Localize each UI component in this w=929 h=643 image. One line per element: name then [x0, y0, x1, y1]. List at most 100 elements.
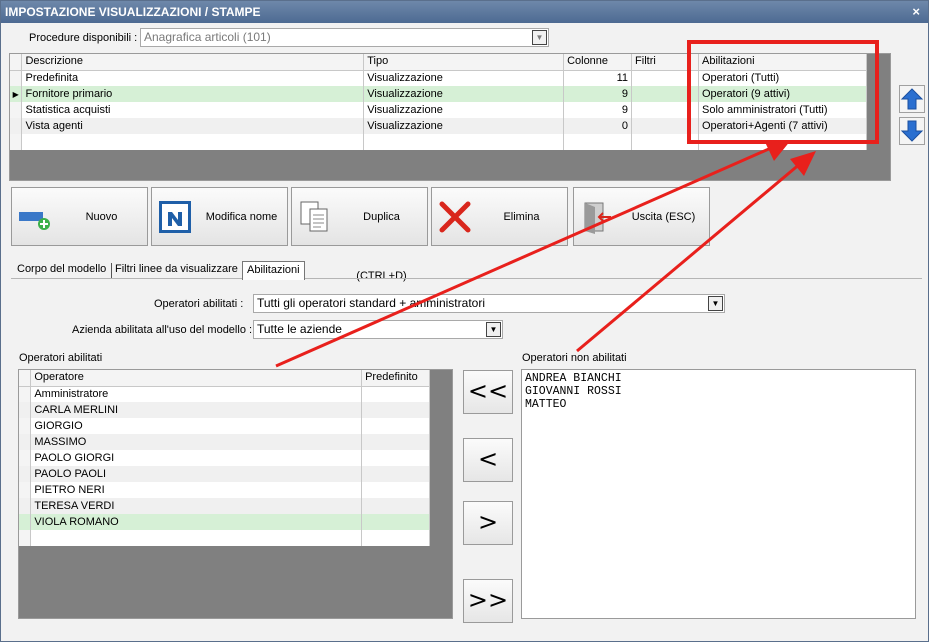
procedure-value: Anagrafica articoli (101) [144, 30, 271, 44]
cell-predefinito [361, 402, 430, 418]
procedure-select[interactable]: Anagrafica articoli (101) ▼ [140, 28, 549, 47]
delete-icon [439, 201, 471, 233]
enabled-operators-table: Operatore Predefinito Amministratore CARL… [19, 370, 430, 546]
model-row[interactable]: Predefinita Visualizzazione 11 Operatori (T… [10, 70, 868, 86]
cell-operatore: VIOLA ROMANO [30, 514, 363, 530]
col-header-tipo[interactable]: Tipo [363, 54, 565, 71]
disabled-operator-item[interactable]: GIOVANNI ROSSI [525, 385, 912, 398]
col-header-filtri[interactable]: Filtri [631, 54, 699, 71]
cell-filtri [631, 102, 699, 118]
rename-icon [159, 201, 191, 233]
col-header-predefinito[interactable]: Predefinito [361, 370, 430, 387]
procedure-label: Procedure disponibili : [29, 32, 138, 44]
close-icon[interactable]: × [912, 1, 920, 23]
cell-predefinito [361, 450, 430, 466]
cell-tipo: Visualizzazione [363, 118, 565, 134]
azienda-value: Tutte le aziende [257, 322, 342, 336]
enabled-operator-row[interactable]: VIOLA ROMANO [19, 514, 430, 530]
move-up-button[interactable] [899, 85, 925, 113]
enabled-operator-row[interactable]: PAOLO PAOLI [19, 466, 430, 482]
duplicate-button[interactable]: Duplica (CTRL+D) [291, 187, 428, 282]
rename-button[interactable]: Modifica nome [151, 187, 288, 246]
col-header-descrizione[interactable]: Descrizione [21, 54, 365, 71]
row-indicator: ▶ [10, 86, 23, 102]
cell-abilitazioni: Operatori (Tutti) [698, 70, 868, 86]
enabled-operators-grid: Operatore Predefinito Amministratore CARL… [18, 369, 453, 619]
cell-colonne: 11 [563, 70, 633, 86]
cell-tipo: Visualizzazione [363, 70, 565, 86]
new-button-label: Nuovo [85, 211, 118, 223]
col-header-colonne[interactable]: Colonne [563, 54, 633, 71]
enabled-operator-row[interactable]: MASSIMO [19, 434, 430, 450]
cell-predefinito [361, 466, 430, 482]
cell-predefinito [361, 514, 430, 530]
tab-abilitazioni[interactable]: Abilitazioni [242, 261, 305, 280]
cell-filtri [631, 70, 699, 86]
disabled-operators-title: Operatori non abilitati [522, 352, 627, 364]
cell-operatore: TERESA VERDI [30, 498, 363, 514]
add-icon [19, 212, 50, 230]
enabled-operators-title: Operatori abilitati [19, 352, 103, 364]
cell-predefinito [361, 482, 430, 498]
row-indicator-header [19, 370, 32, 387]
cell-abilitazioni: Solo amministratori (Tutti) [698, 102, 868, 118]
move-all-right-button[interactable]: >> [463, 579, 513, 623]
model-row[interactable]: ▶ Fornitore primario Visualizzazione 9 Opera… [10, 86, 868, 102]
window-title: IMPOSTAZIONE VISUALIZZAZIONI / STAMPE [5, 5, 261, 19]
cell-predefinito [361, 498, 430, 514]
tab-corpo-modello[interactable]: Corpo del modello [13, 261, 110, 279]
cell-operatore: Amministratore [30, 386, 363, 402]
azienda-select[interactable]: Tutte le aziende ▼ [253, 320, 503, 339]
duplicate-button-label: Duplica (CTRL+D) [356, 211, 407, 282]
rename-button-label: Modifica nome [205, 211, 278, 223]
cell-filtri [631, 118, 699, 134]
cell-operatore: PIETRO NERI [30, 482, 363, 498]
exit-door-icon [584, 202, 611, 234]
row-indicator-header [10, 54, 23, 71]
col-header-abilitazioni[interactable]: Abilitazioni [698, 54, 868, 71]
cell-descrizione: Vista agenti [21, 118, 365, 134]
model-row[interactable]: Statistica acquisti Visualizzazione 9 Solo … [10, 102, 868, 118]
enabled-operator-row[interactable]: PAOLO GIORGI [19, 450, 430, 466]
chevron-down-icon[interactable]: ▼ [708, 296, 723, 311]
exit-button[interactable]: Uscita (ESC) [573, 187, 710, 246]
chevron-down-icon[interactable]: ▼ [486, 322, 501, 337]
disabled-operator-item[interactable]: MATTEO [525, 398, 912, 411]
cell-colonne: 0 [563, 118, 633, 134]
col-header-operatore[interactable]: Operatore [30, 370, 363, 387]
cell-colonne: 9 [563, 86, 633, 102]
move-right-button[interactable]: > [463, 501, 513, 545]
azienda-label: Azienda abilitata all'uso del modello : [72, 324, 253, 336]
cell-operatore: PAOLO PAOLI [30, 466, 363, 482]
cell-tipo: Visualizzazione [363, 86, 565, 102]
operatori-abilitati-select[interactable]: Tutti gli operatori standard + amministr… [253, 294, 725, 313]
enabled-operator-row-empty[interactable] [19, 530, 430, 546]
tab-filtri-linee[interactable]: Filtri linee da visualizzare [111, 261, 242, 279]
cell-tipo: Visualizzazione [363, 102, 565, 118]
enabled-operator-row[interactable]: CARLA MERLINI [19, 402, 430, 418]
model-row-empty[interactable] [10, 134, 868, 150]
model-row[interactable]: Vista agenti Visualizzazione 0 Operatori+Ag… [10, 118, 868, 134]
enabled-operator-row[interactable]: GIORGIO [19, 418, 430, 434]
move-down-button[interactable] [899, 117, 925, 145]
cell-predefinito [361, 418, 430, 434]
new-button[interactable]: Nuovo [11, 187, 148, 246]
move-all-left-button[interactable]: << [463, 370, 513, 414]
move-left-button[interactable]: < [463, 438, 513, 482]
disabled-operator-item[interactable]: ANDREA BIANCHI [525, 372, 912, 385]
cell-colonne: 9 [563, 102, 633, 118]
disabled-operators-list[interactable]: ANDREA BIANCHI GIOVANNI ROSSI MATTEO [521, 369, 916, 619]
delete-button[interactable]: Elimina [431, 187, 568, 246]
enabled-operator-row[interactable]: Amministratore [19, 386, 430, 402]
title-bar: IMPOSTAZIONE VISUALIZZAZIONI / STAMPE × [1, 1, 928, 23]
arrow-down-icon [900, 120, 924, 142]
copy-icon [300, 201, 328, 232]
chevron-down-icon[interactable]: ▼ [532, 30, 547, 45]
enabled-operator-row[interactable]: PIETRO NERI [19, 482, 430, 498]
cell-predefinito [361, 386, 430, 402]
cell-descrizione: Statistica acquisti [21, 102, 365, 118]
enabled-operator-row[interactable]: TERESA VERDI [19, 498, 430, 514]
row-indicator [10, 102, 23, 118]
operatori-abilitati-label: Operatori abilitati : [154, 298, 244, 310]
cell-operatore: GIORGIO [30, 418, 363, 434]
